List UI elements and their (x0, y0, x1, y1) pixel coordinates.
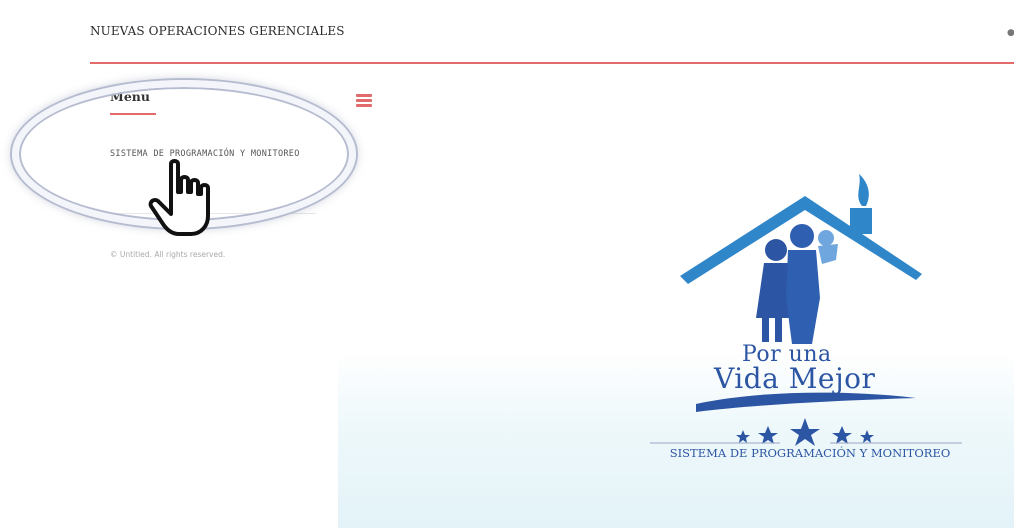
logo-caption: SISTEMA DE PROGRAMACIÓN Y MONITOREO (669, 446, 951, 460)
menu-heading: Menu (110, 89, 150, 104)
sidebar-item-programacion-monitoreo[interactable]: SISTEMA DE PROGRAMACIÓN Y MONITOREO (110, 148, 300, 161)
swoosh-icon (696, 392, 916, 412)
site-title[interactable]: NUEVAS OPERACIONES GERENCIALES (90, 24, 345, 38)
flame-icon (858, 174, 869, 206)
menu-heading-underline (110, 113, 156, 115)
user-icon[interactable]: ● (1007, 28, 1014, 38)
hamburger-icon[interactable] (356, 94, 372, 108)
copyright-text: © Untitled. All rights reserved. (110, 250, 226, 259)
top-header: NUEVAS OPERACIONES GERENCIALES ● (0, 0, 1014, 64)
logo-line-2: Vida Mejor (714, 362, 876, 395)
menu-divider (110, 213, 316, 214)
por-una-vida-mejor-logo (650, 174, 962, 446)
stars-icon (736, 418, 874, 446)
chimney-icon (850, 208, 872, 234)
sidebar (0, 64, 338, 528)
family-icon (756, 224, 838, 344)
